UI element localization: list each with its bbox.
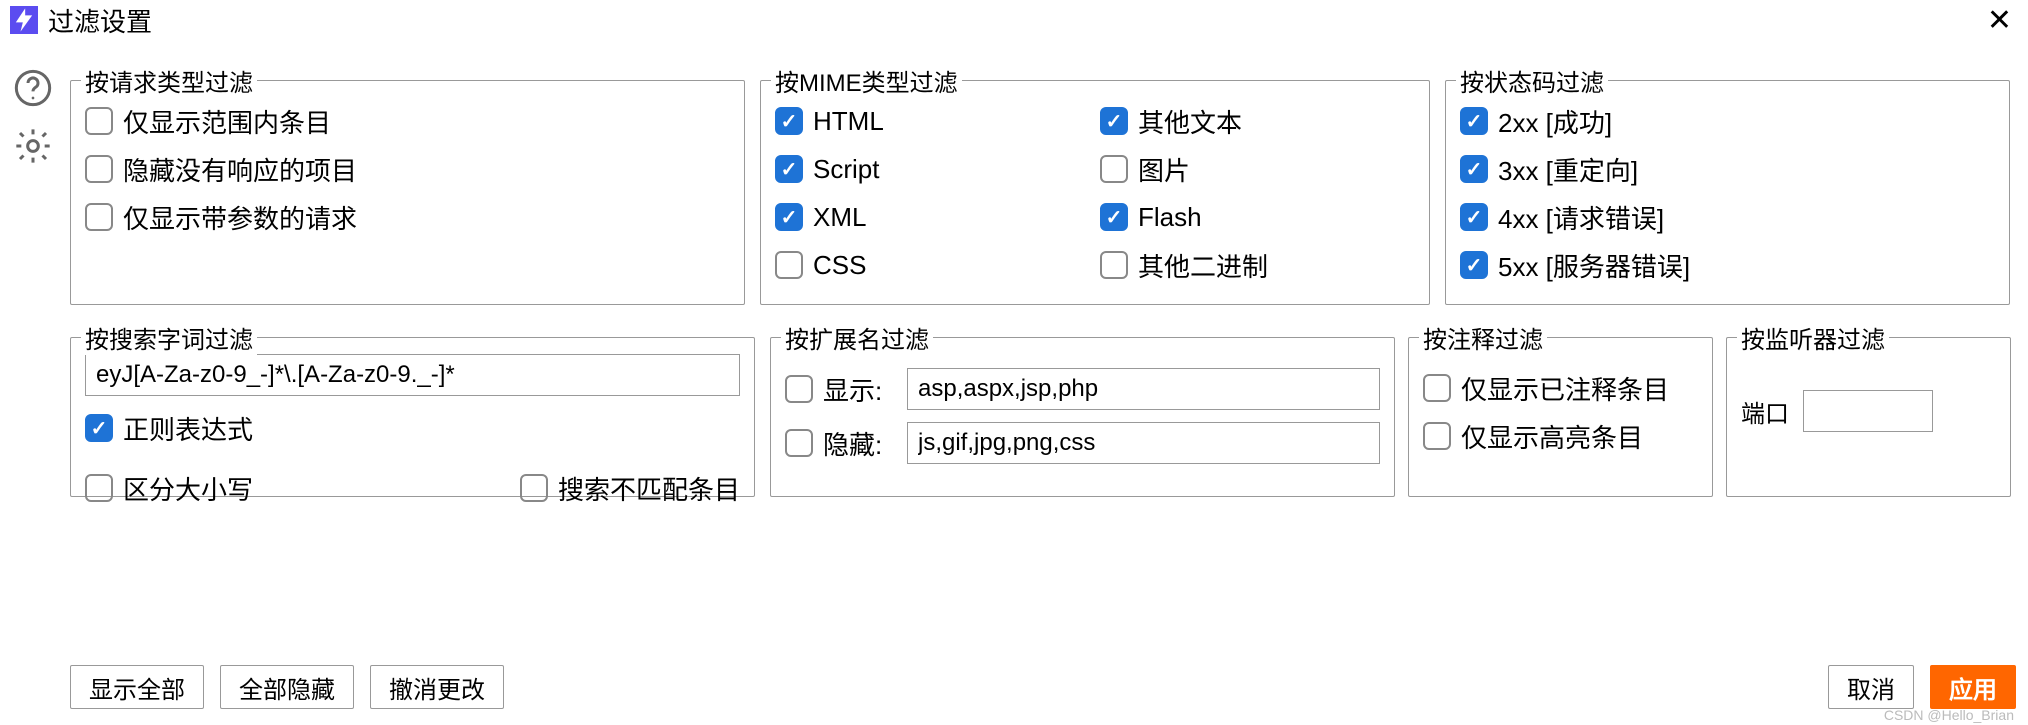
port-label: 端口 <box>1741 394 1789 429</box>
chk-status-2xx[interactable]: 2xx [成功] <box>1460 97 1995 145</box>
chk-mime-other-text[interactable]: 其他文本 <box>1100 97 1415 145</box>
chk-regex[interactable]: 正则表达式 <box>85 404 740 452</box>
revert-button[interactable]: 撤消更改 <box>370 665 504 709</box>
chk-commented-only[interactable]: 仅显示已注释条目 <box>1423 364 1698 412</box>
group-title: 按MIME类型过滤 <box>771 63 962 98</box>
group-title: 按监听器过滤 <box>1737 320 1889 355</box>
chk-status-3xx[interactable]: 3xx [重定向] <box>1460 145 1995 193</box>
group-title: 按扩展名过滤 <box>781 320 933 355</box>
group-title: 按请求类型过滤 <box>81 63 257 98</box>
group-status-code: 按状态码过滤 2xx [成功] 3xx [重定向] 4xx [请求错误] 5xx… <box>1445 80 2010 305</box>
chk-ext-show[interactable]: 显示: <box>785 371 897 408</box>
help-icon[interactable] <box>13 68 53 108</box>
show-all-button[interactable]: 显示全部 <box>70 665 204 709</box>
ext-hide-input[interactable] <box>907 422 1380 464</box>
group-request-type: 按请求类型过滤 仅显示范围内条目 隐藏没有响应的项目 仅显示带参数的请求 <box>70 80 745 305</box>
apply-button[interactable]: 应用 <box>1930 665 2016 709</box>
group-annotation: 按注释过滤 仅显示已注释条目 仅显示高亮条目 <box>1408 337 1713 497</box>
ext-show-input[interactable] <box>907 368 1380 410</box>
group-mime-type: 按MIME类型过滤 HTML 其他文本 Script 图片 XML Flash … <box>760 80 1430 305</box>
chk-highlighted-only[interactable]: 仅显示高亮条目 <box>1423 412 1698 460</box>
port-input[interactable] <box>1803 390 1933 432</box>
chk-mime-script[interactable]: Script <box>775 145 1090 193</box>
group-listener: 按监听器过滤 端口 <box>1726 337 2011 497</box>
chk-mime-css[interactable]: CSS <box>775 241 1090 289</box>
chk-mime-flash[interactable]: Flash <box>1100 193 1415 241</box>
chk-mime-other-binary[interactable]: 其他二进制 <box>1100 241 1415 289</box>
group-file-extension: 按扩展名过滤 显示: 隐藏: <box>770 337 1395 497</box>
group-search-term: 按搜索字词过滤 正则表达式 区分大小写 搜索不匹配条目 <box>70 337 755 497</box>
group-title: 按状态码过滤 <box>1456 63 1608 98</box>
chk-negative-search[interactable]: 搜索不匹配条目 <box>520 464 740 512</box>
watermark: CSDN @Hello_Brian <box>1884 707 2014 723</box>
close-button[interactable]: ✕ <box>1981 3 2018 38</box>
chk-scope-only[interactable]: 仅显示范围内条目 <box>85 97 730 145</box>
chk-hide-no-response[interactable]: 隐藏没有响应的项目 <box>85 145 730 193</box>
group-title: 按搜索字词过滤 <box>81 320 257 355</box>
chk-status-5xx[interactable]: 5xx [服务器错误] <box>1460 241 1995 289</box>
window-title: 过滤设置 <box>48 2 152 39</box>
gear-icon[interactable] <box>13 126 53 166</box>
group-title: 按注释过滤 <box>1419 320 1547 355</box>
chk-status-4xx[interactable]: 4xx [请求错误] <box>1460 193 1995 241</box>
chk-mime-image[interactable]: 图片 <box>1100 145 1415 193</box>
chk-case-sensitive[interactable]: 区分大小写 <box>85 464 253 512</box>
chk-mime-xml[interactable]: XML <box>775 193 1090 241</box>
chk-mime-html[interactable]: HTML <box>775 97 1090 145</box>
search-pattern-input[interactable] <box>85 354 740 396</box>
cancel-button[interactable]: 取消 <box>1828 665 1914 709</box>
app-icon <box>10 6 38 34</box>
hide-all-button[interactable]: 全部隐藏 <box>220 665 354 709</box>
chk-ext-hide[interactable]: 隐藏: <box>785 425 897 462</box>
chk-params-only[interactable]: 仅显示带参数的请求 <box>85 193 730 241</box>
